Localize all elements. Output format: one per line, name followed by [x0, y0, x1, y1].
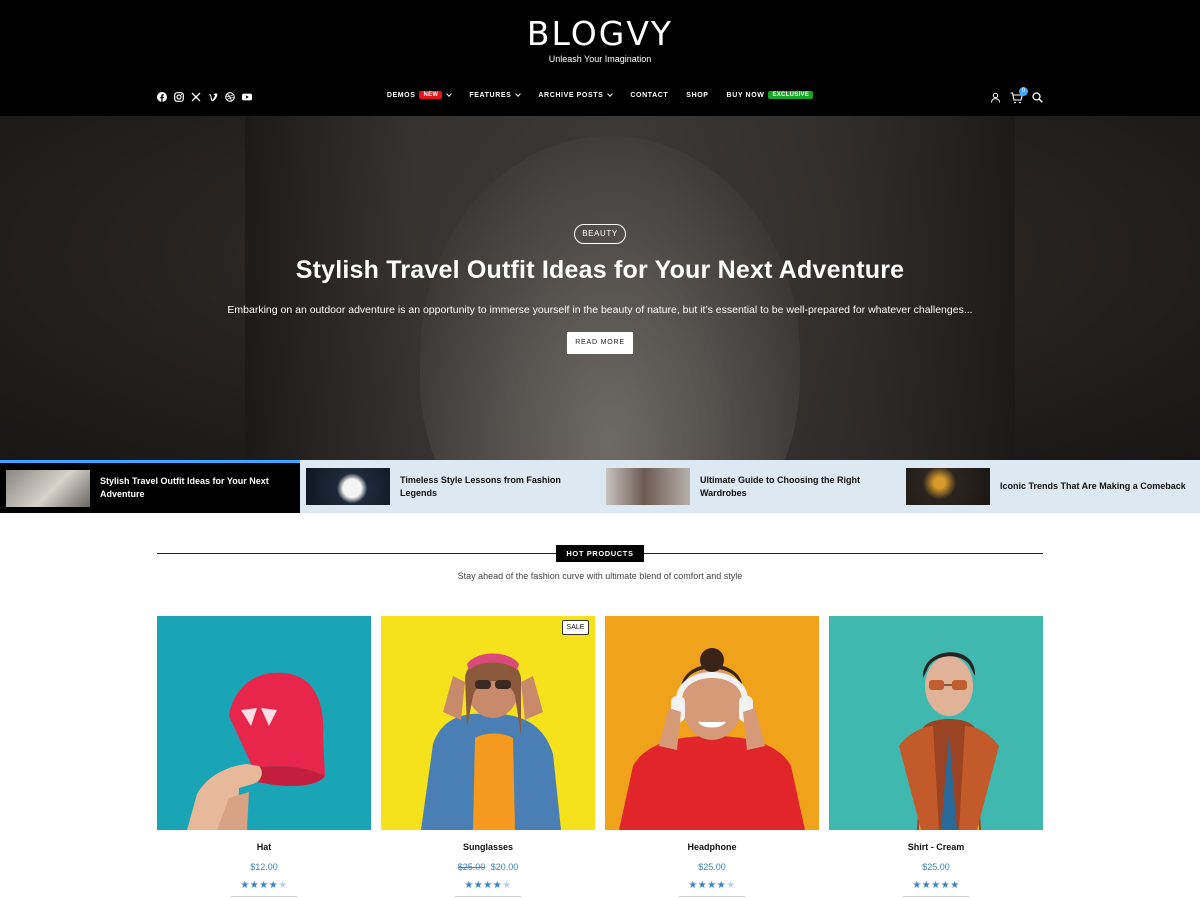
sunglasses-model-illustration	[421, 653, 561, 830]
nav-contact[interactable]: CONTACT	[630, 92, 668, 99]
star-rating: ★★★★★	[464, 880, 512, 891]
cart-count-badge: 0	[1019, 87, 1028, 96]
product-card-shirt-cream: Shirt - Cream $25.00 ★★★★★	[829, 616, 1043, 897]
product-old-price: $25.00	[457, 862, 486, 872]
slider-thumbnail	[906, 468, 990, 505]
product-name[interactable]: Hat	[157, 842, 371, 852]
slider-item-title: Ultimate Guide to Choosing the Right War…	[700, 474, 860, 498]
divider	[455, 896, 521, 897]
nav-shop[interactable]: SHOP	[686, 92, 708, 99]
slider-item-2[interactable]: Timeless Style Lessons from Fashion Lege…	[300, 460, 600, 513]
nav-buy-now-label: BUY NOW	[726, 91, 765, 99]
divider	[679, 896, 745, 897]
divider	[903, 896, 969, 897]
nav-archive-posts-label: ARCHIVE POSTS	[538, 91, 604, 99]
star-rating: ★★★★★	[240, 880, 288, 891]
slider-item-title: Timeless Style Lessons from Fashion Lege…	[400, 474, 561, 498]
product-current-price: $12.00	[250, 862, 278, 872]
product-name[interactable]: Headphone	[605, 842, 819, 852]
product-price: $25.00	[829, 862, 1043, 872]
product-image[interactable]	[157, 616, 371, 830]
section-title: HOT PRODUCTS	[556, 545, 644, 562]
exclusive-badge: EXCLUSIVE	[768, 91, 814, 99]
hat-illustration	[187, 672, 325, 830]
read-more-button[interactable]: READ MORE	[567, 332, 633, 354]
new-badge: NEW	[419, 91, 443, 99]
product-card-hat: Hat $12.00 ★★★★★	[157, 616, 371, 897]
nav-features[interactable]: FEATURES	[469, 90, 522, 99]
product-price: $25.00 $20.00	[381, 862, 595, 872]
cart-button[interactable]: 0	[1010, 87, 1028, 104]
nav-demos[interactable]: DEMOS NEW	[386, 90, 453, 99]
site-logo[interactable]: BLOGVY	[0, 14, 1200, 53]
site-tagline: Unleash Your Imagination	[548, 54, 652, 64]
section-subtitle: Stay ahead of the fashion curve with ult…	[457, 571, 743, 581]
slider-thumbnail	[306, 468, 390, 505]
product-card-sunglasses: SALE Sunglasses $25.00 $20.00 ★★★★★	[381, 616, 595, 897]
product-image[interactable]: SALE	[381, 616, 595, 830]
product-price: $12.00	[157, 862, 371, 872]
product-name[interactable]: Shirt - Cream	[829, 842, 1043, 852]
hero-banner	[0, 116, 1200, 460]
hero-overlay	[0, 116, 1200, 460]
slider-item-title: Stylish Travel Outfit Ideas for Your Nex…	[100, 476, 269, 499]
product-name[interactable]: Sunglasses	[381, 842, 595, 852]
search-icon[interactable]	[1032, 91, 1043, 103]
slider-thumbnail	[606, 468, 690, 505]
hero-title[interactable]: Stylish Travel Outfit Ideas for Your Nex…	[0, 256, 1200, 285]
nav-shop-label: SHOP	[686, 91, 709, 99]
nav-contact-label: CONTACT	[630, 91, 669, 99]
sale-badge: SALE	[562, 620, 589, 635]
divider	[231, 896, 297, 897]
slider-item-title: Iconic Trends That Are Making a Comeback	[1000, 481, 1186, 491]
product-card-headphone: Headphone $25.00 ★★★★★	[605, 616, 819, 897]
headphone-model-illustration	[619, 648, 805, 830]
product-image[interactable]	[829, 616, 1043, 830]
slider-item-1[interactable]: Stylish Travel Outfit Ideas for Your Nex…	[0, 460, 300, 513]
product-current-price: $25.00	[922, 862, 950, 872]
nav-archive-posts[interactable]: ARCHIVE POSTS	[538, 90, 614, 99]
slider-item-4[interactable]: Iconic Trends That Are Making a Comeback	[900, 460, 1200, 513]
nav-features-label: FEATURES	[469, 91, 512, 99]
product-current-price: $25.00	[698, 862, 726, 872]
shirt-model-illustration	[899, 652, 999, 830]
star-rating: ★★★★★	[912, 880, 960, 891]
chevron-down-icon	[446, 90, 453, 97]
hero-category-tag[interactable]: BEAUTY	[574, 224, 626, 244]
user-icon[interactable]	[990, 92, 1001, 103]
star-rating: ★★★★★	[688, 880, 736, 891]
site-header: BLOGVY Unleash Your Imagination DEMOS NE…	[0, 0, 1200, 116]
post-slider-strip: Stylish Travel Outfit Ideas for Your Nex…	[0, 460, 1200, 513]
chevron-down-icon	[515, 90, 522, 97]
nav-demos-label: DEMOS	[386, 91, 416, 99]
product-price: $25.00	[605, 862, 819, 872]
slider-thumbnail	[6, 469, 90, 507]
header-actions: 0	[990, 87, 1043, 104]
slider-item-3[interactable]: Ultimate Guide to Choosing the Right War…	[600, 460, 900, 513]
hero-excerpt: Embarking on an outdoor adventure is an …	[227, 304, 973, 316]
chevron-down-icon	[607, 90, 614, 97]
product-image[interactable]	[605, 616, 819, 830]
nav-buy-now[interactable]: BUY NOW EXCLUSIVE	[727, 91, 814, 99]
product-current-price: $20.00	[490, 862, 519, 872]
